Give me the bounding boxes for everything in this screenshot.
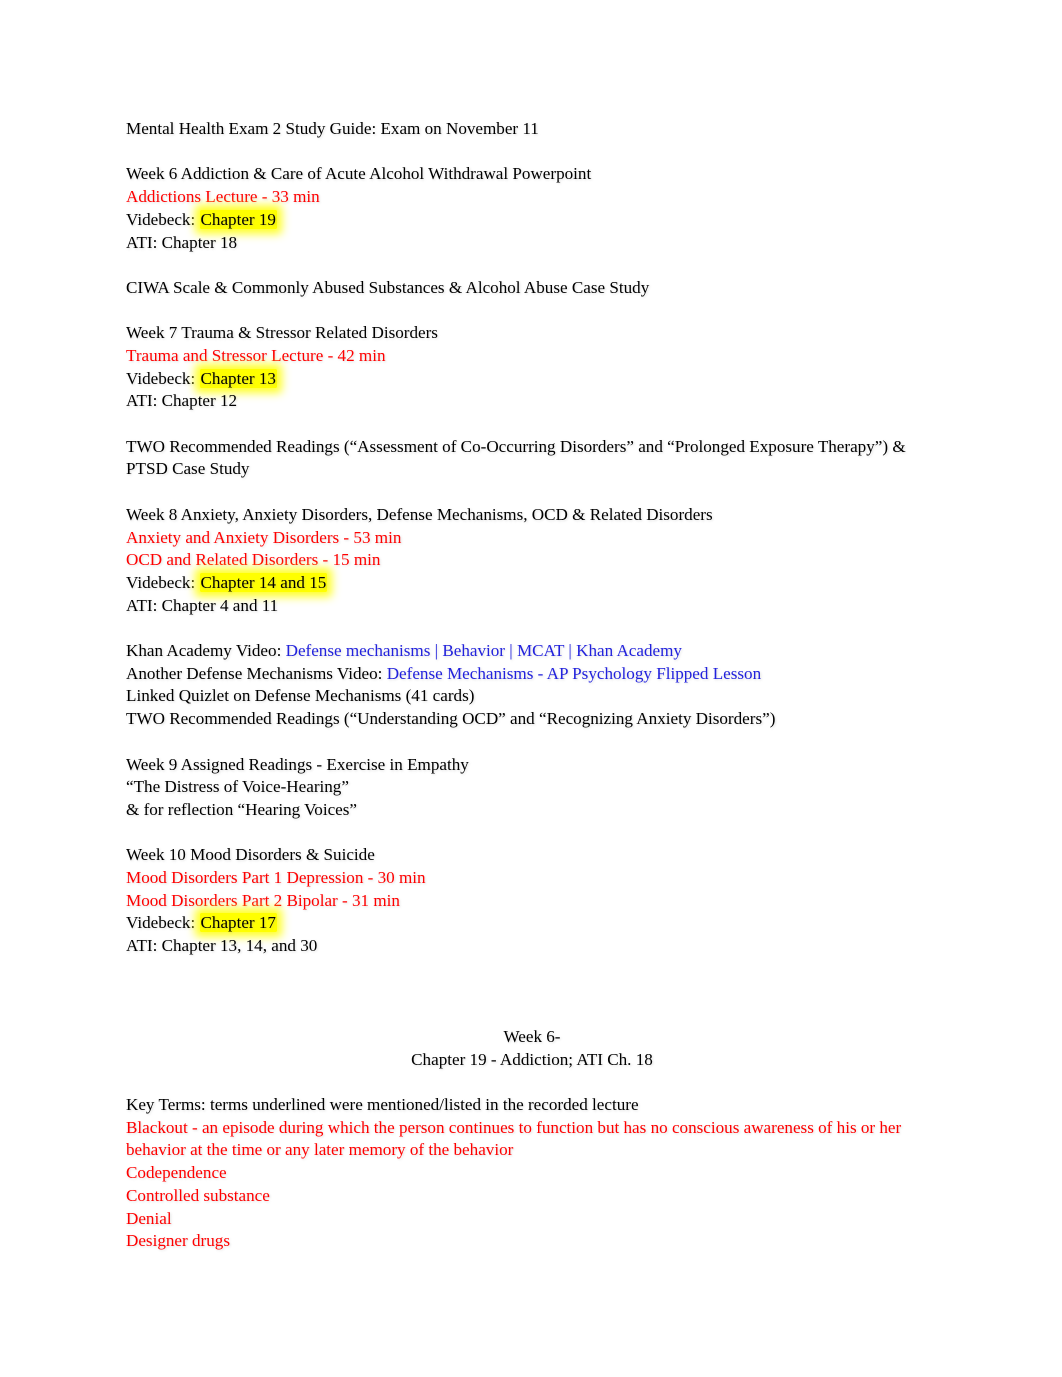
week7-videbeck-chapter-highlight: Chapter 13 — [199, 368, 277, 388]
khan-academy-label: Khan Academy Video: — [126, 641, 286, 661]
week7-readings-line1: TWO Recommended Readings (“Assessment of… — [126, 436, 906, 456]
ciwa-line: CIWA Scale & Commonly Abused Substances … — [126, 277, 650, 297]
document-body: Mental Health Exam 2 Study Guide: Exam o… — [126, 118, 938, 1253]
week8-videbeck-line: Videbeck: Chapter 14 and 15 — [126, 572, 938, 595]
week6-videbeck-line: Videbeck: Chapter 19 — [126, 209, 938, 232]
week8-videbeck-label: Videbeck: — [126, 572, 200, 592]
week7-lecture: Trauma and Stressor Lecture - 42 min — [126, 345, 386, 365]
week9-heading: Week 9 Assigned Readings - Exercise in E… — [126, 754, 469, 774]
key-term-codependence: Codependence — [126, 1163, 227, 1183]
key-term-designer-drugs: Designer drugs — [126, 1231, 230, 1251]
week10-heading: Week 10 Mood Disorders & Suicide — [126, 845, 375, 865]
week8-lecture-ocd: OCD and Related Disorders - 15 min — [126, 550, 381, 570]
week10-lecture-bipolar: Mood Disorders Part 2 Bipolar - 31 min — [126, 890, 400, 910]
section-header-line2: Chapter 19 - Addiction; ATI Ch. 18 — [411, 1049, 653, 1069]
week7-readings-line2: PTSD Case Study — [126, 459, 250, 479]
week6-lecture: Addictions Lecture - 33 min — [126, 187, 320, 207]
key-term-denial: Denial — [126, 1208, 172, 1228]
week6-videbeck-chapter-highlight: Chapter 19 — [199, 209, 277, 229]
week7-ati: ATI: Chapter 12 — [126, 391, 238, 411]
week10-videbeck-label: Videbeck: — [126, 913, 200, 933]
week7-videbeck-label: Videbeck: — [126, 368, 200, 388]
key-term-blackout-line1: Blackout - an episode during which the p… — [126, 1117, 902, 1137]
another-defense-video-line: Another Defense Mechanisms Video: Defens… — [126, 663, 938, 686]
section-header-line1: Week 6- — [503, 1026, 561, 1046]
week10-videbeck-line: Videbeck: Chapter 17 — [126, 912, 938, 935]
week7-heading: Week 7 Trauma & Stressor Related Disorde… — [126, 323, 438, 343]
week6-ati: ATI: Chapter 18 — [126, 232, 238, 252]
week10-lecture-depression: Mood Disorders Part 1 Depression - 30 mi… — [126, 868, 426, 888]
key-terms-intro: Key Terms: terms underlined were mention… — [126, 1095, 639, 1115]
week6-videbeck-label: Videbeck: — [126, 209, 200, 229]
week8-videbeck-chapter-highlight: Chapter 14 and 15 — [199, 572, 328, 592]
week10-ati: ATI: Chapter 13, 14, and 30 — [126, 936, 318, 956]
week8-lecture-anxiety: Anxiety and Anxiety Disorders - 53 min — [126, 527, 402, 547]
week8-ati: ATI: Chapter 4 and 11 — [126, 595, 279, 615]
document-title: Mental Health Exam 2 Study Guide: Exam o… — [126, 119, 539, 138]
week9-reading-1: “The Distress of Voice-Hearing” — [126, 777, 349, 797]
khan-academy-link[interactable]: Defense mechanisms | Behavior | MCAT | K… — [286, 641, 682, 660]
week10-videbeck-chapter-highlight: Chapter 17 — [199, 913, 277, 933]
another-defense-label: Another Defense Mechanisms Video: — [126, 663, 387, 683]
key-term-controlled-substance: Controlled substance — [126, 1185, 270, 1205]
key-term-blackout-line2: behavior at the time or any later memory… — [126, 1140, 514, 1160]
week7-videbeck-line: Videbeck: Chapter 13 — [126, 368, 938, 391]
week8-heading: Week 8 Anxiety, Anxiety Disorders, Defen… — [126, 504, 713, 524]
week9-reading-2: & for reflection “Hearing Voices” — [126, 799, 357, 819]
document-page: Mental Health Exam 2 Study Guide: Exam o… — [0, 0, 1062, 1377]
quizlet-line: Linked Quizlet on Defense Mechanisms (41… — [126, 686, 475, 706]
week6-heading: Week 6 Addiction & Care of Acute Alcohol… — [126, 164, 592, 184]
another-defense-link[interactable]: Defense Mechanisms - AP Psychology Flipp… — [387, 664, 761, 683]
week8-readings: TWO Recommended Readings (“Understanding… — [126, 709, 776, 729]
document-title-paragraph: Mental Health Exam 2 Study Guide: Exam o… — [126, 118, 938, 1253]
khan-academy-video-line: Khan Academy Video: Defense mechanisms |… — [126, 640, 938, 663]
